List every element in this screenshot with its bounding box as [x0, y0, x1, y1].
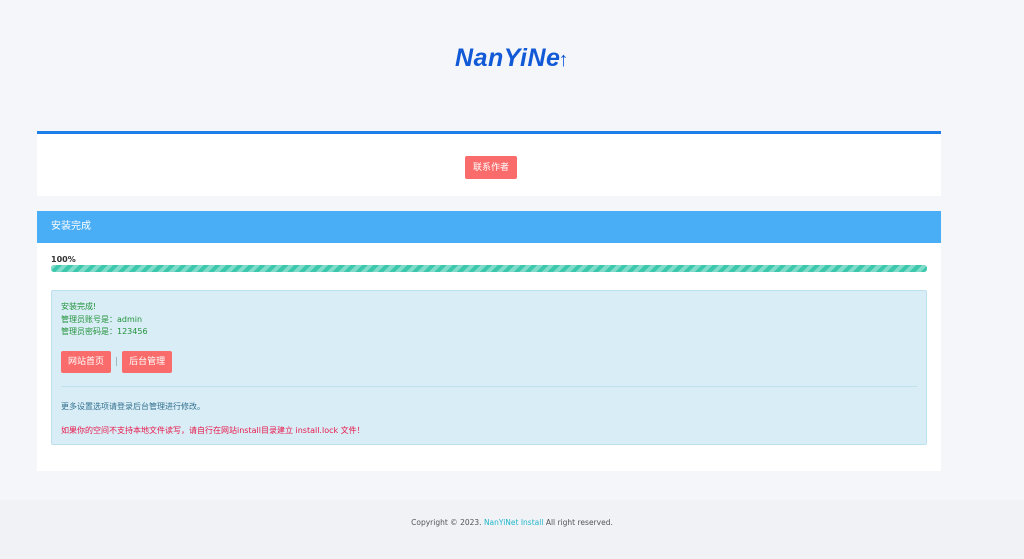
admin-panel-button[interactable]: 后台管理 — [122, 351, 173, 373]
admin-password-text: 管理员密码是：123456 — [61, 327, 148, 336]
logo-text: NanYiNe — [455, 44, 561, 72]
footer-install-link[interactable]: NanYiNet Install — [484, 518, 543, 527]
settings-note: 更多设置选项请登录后台管理进行修改。 — [61, 402, 205, 411]
install-result-card: 安装完成 100% 安装完成! 管理员账号是：admin 管理员密码是：1234… — [37, 211, 941, 471]
progress-label: 100% — [51, 255, 76, 264]
card-header-title: 安装完成 — [37, 211, 941, 243]
brand-logo: NanYiNe↑ — [0, 44, 1024, 73]
button-separator: | — [115, 357, 119, 367]
admin-account-text: 管理员账号是：admin — [61, 314, 143, 324]
install-info-lines: 安装完成! 管理员账号是：admin 管理员密码是：123456 — [61, 301, 148, 339]
install-info-box: 安装完成! 管理员账号是：admin 管理员密码是：123456 网站首页 | … — [51, 290, 927, 445]
logo-arrow-icon: ↑ — [558, 49, 569, 71]
contact-card: 联系作者 — [37, 131, 941, 196]
contact-author-button[interactable]: 联系作者 — [465, 156, 518, 179]
install-page: NanYiNe↑ 联系作者 安装完成 100% 安装完成! 管理员账号是：adm… — [0, 0, 1024, 559]
install-lock-warning: 如果你的空间不支持本地文件读写，请自行在网站install目录建立 instal… — [61, 426, 365, 435]
progress-bar-fill — [51, 265, 927, 272]
info-divider — [61, 386, 917, 387]
action-buttons: 网站首页 | 后台管理 — [61, 351, 173, 373]
install-complete-text: 安装完成! — [61, 302, 97, 311]
footer-copyright: Copyright © 2023. — [411, 518, 482, 527]
footer-rights: All right reserved. — [545, 518, 613, 527]
website-home-button[interactable]: 网站首页 — [61, 351, 112, 373]
page-footer: Copyright © 2023. NanYiNet Install All r… — [0, 500, 1024, 559]
progress-bar — [51, 265, 927, 272]
